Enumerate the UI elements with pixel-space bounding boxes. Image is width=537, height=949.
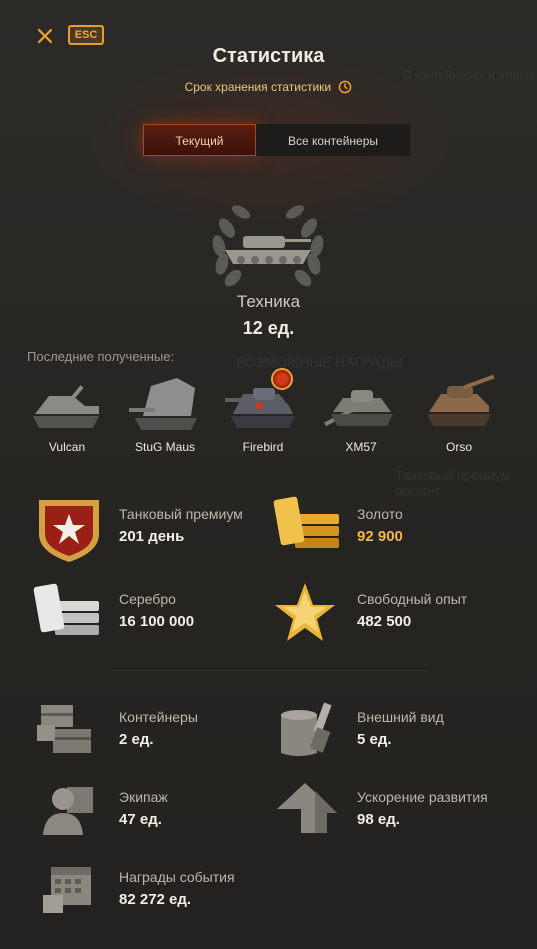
recent-vehicle-firebird[interactable]: Firebird [218, 368, 308, 458]
tab-current[interactable]: Текущий [143, 124, 256, 156]
stat-value: 16 100 000 [119, 613, 195, 630]
statistics-retention-info[interactable]: Срок хранения статистики [0, 80, 537, 94]
stat-label: Экипаж [119, 789, 168, 805]
tab-all-containers[interactable]: Все контейнеры [256, 124, 410, 156]
stat-value: 82 272 ед. [119, 891, 192, 908]
stat-label: Свободный опыт [357, 591, 468, 607]
close-button[interactable] [34, 25, 56, 47]
event-calendar-icon [43, 867, 91, 913]
clock-icon [339, 80, 352, 94]
stat-customization: Внешний вид 5 ед. [271, 697, 521, 767]
retention-label: Срок хранения статистики [184, 80, 332, 94]
stat-value: 47 ед. [119, 811, 162, 828]
stat-premium: Танковый премиум 201 день [33, 494, 283, 564]
stat-free-xp: Свободный опыт 482 500 [271, 579, 521, 649]
vehicle-name: XM57 [345, 440, 377, 454]
recent-vehicle-stug-maus[interactable]: StuG Maus [120, 370, 210, 458]
vehicle-name: StuG Maus [134, 440, 196, 454]
stat-gold: Золото 92 900 [271, 494, 521, 564]
recent-vehicle-vulcan[interactable]: Vulcan [22, 370, 112, 458]
page-title: Статистика [212, 45, 325, 67]
silver-bars-icon [33, 583, 99, 635]
stat-label: Танковый премиум [119, 506, 243, 522]
stat-label: Внешний вид [357, 709, 444, 725]
recent-vehicles-label: Последние полученные: [27, 349, 175, 364]
crew-icon [43, 787, 93, 835]
containers-icon [37, 705, 91, 753]
stat-value: 201 день [119, 528, 185, 545]
vehicles-count: 12 ед. [242, 318, 295, 338]
stat-boosters: Ускорение развития 98 ед. [271, 777, 521, 847]
stat-value: 98 ед. [357, 811, 400, 828]
vehicle-name: Orso [445, 440, 472, 454]
vehicle-name: Vulcan [48, 440, 86, 454]
stat-value: 2 ед. [119, 731, 154, 748]
tank-icon [427, 374, 495, 426]
tab-bar: Текущий Все контейнеры [143, 124, 410, 156]
vehicle-name: Firebird [242, 440, 284, 454]
gold-bars-icon [273, 496, 339, 548]
boosters-arrows-icon [277, 783, 337, 833]
close-icon [37, 28, 53, 44]
stat-event-rewards: Награды события 82 272 ед. [33, 857, 283, 927]
free-xp-star-icon [275, 583, 335, 641]
stat-silver: Серебро 16 100 000 [33, 579, 283, 649]
paint-bucket-icon [281, 702, 332, 756]
tank-icon [324, 390, 393, 427]
stat-label: Награды события [119, 869, 235, 885]
stat-label: Серебро [119, 591, 176, 607]
esc-key-hint[interactable]: ESC [68, 25, 104, 45]
stat-label: Контейнеры [119, 709, 198, 725]
tank-icon [33, 385, 99, 428]
stat-label: Золото [357, 506, 403, 522]
vehicle-laurel-emblem-icon [212, 205, 324, 287]
tank-icon [129, 378, 197, 430]
recent-vehicle-xm57[interactable]: XM57 [316, 370, 406, 458]
stat-value: 5 ед. [357, 731, 392, 748]
recent-vehicle-orso[interactable]: Orso [414, 370, 504, 458]
stat-value: 92 900 [357, 528, 403, 545]
stat-crew: Экипаж 47 ед. [33, 777, 283, 847]
premium-account-icon [39, 500, 99, 562]
ghost-possible-rewards: ВОЗМОЖНЫЕ НАГРАДЫ [236, 354, 403, 370]
event-badge-icon [271, 368, 293, 390]
stat-label: Ускорение развития [357, 789, 488, 805]
vehicles-label: Техника [236, 292, 301, 311]
stat-containers: Контейнеры 2 ед. [33, 697, 283, 767]
stat-value: 482 500 [357, 613, 412, 630]
section-divider [110, 670, 428, 671]
